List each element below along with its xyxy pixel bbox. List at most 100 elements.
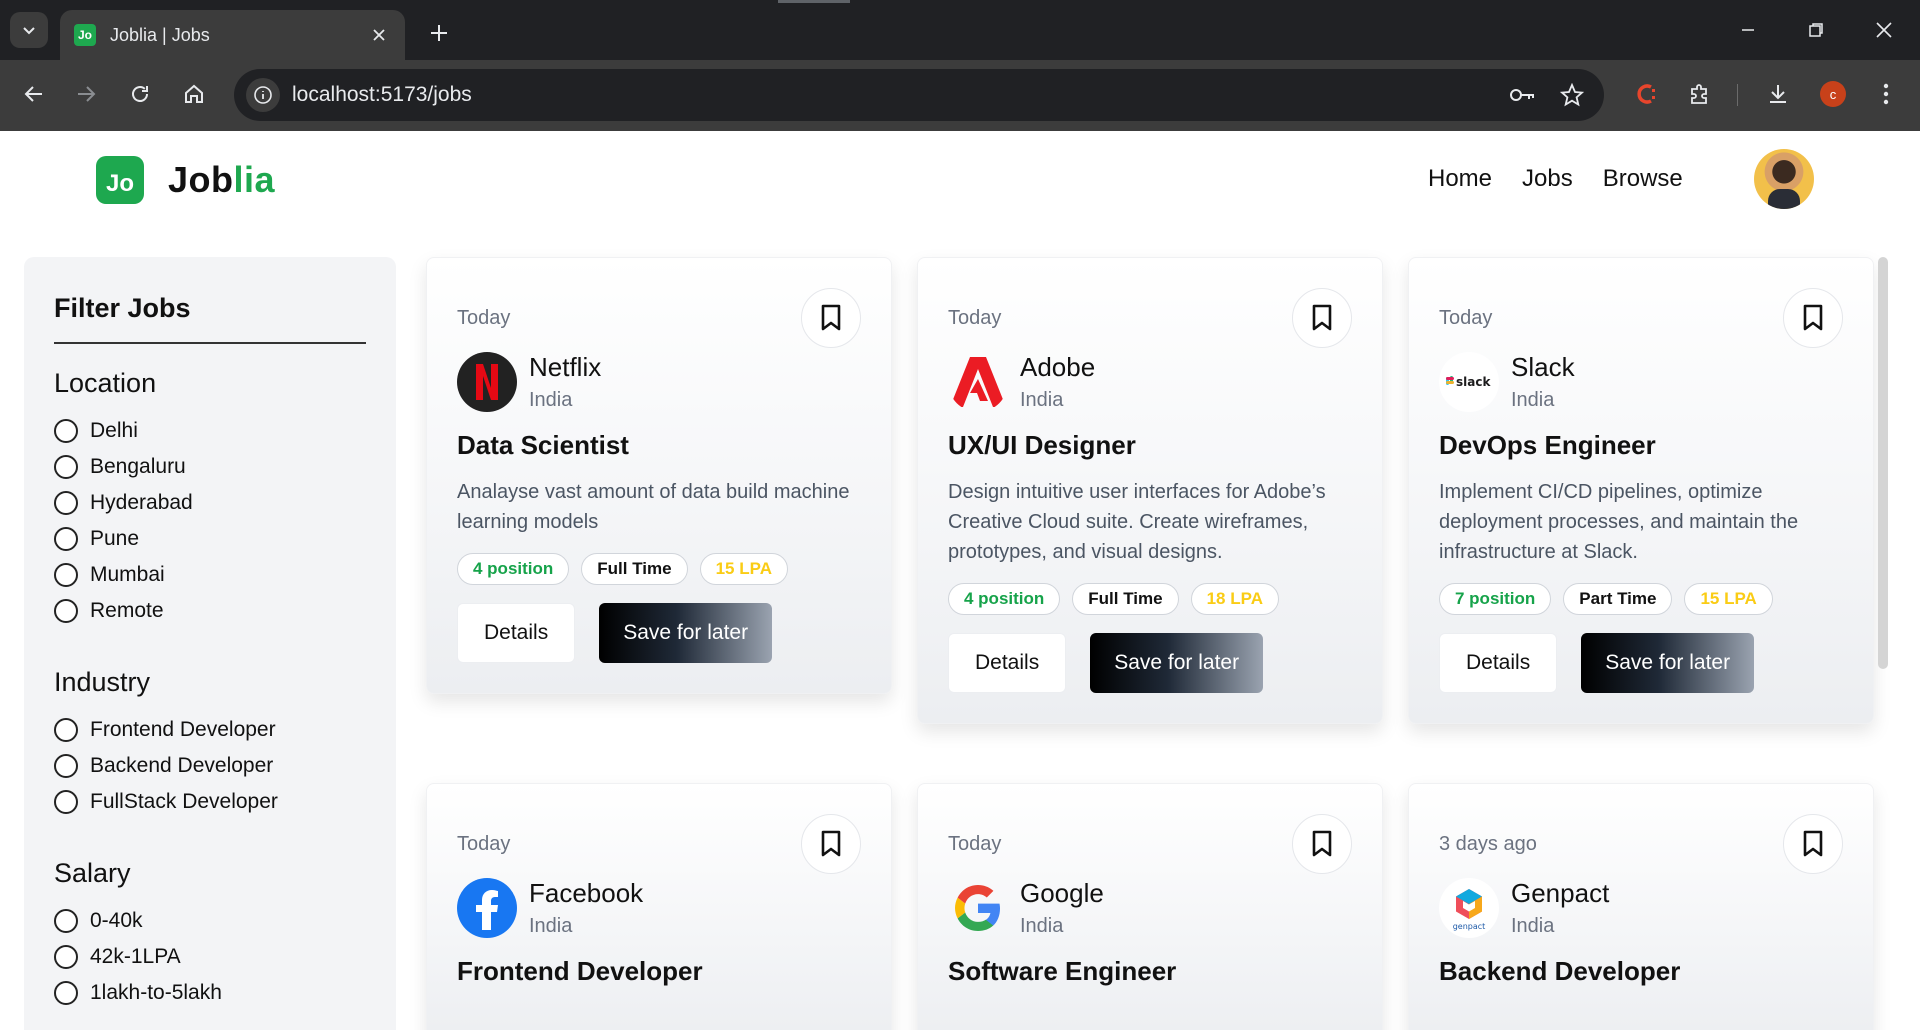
bookmark-button[interactable] — [1783, 288, 1843, 348]
forward-button[interactable] — [66, 74, 106, 114]
save-for-later-button[interactable]: Save for later — [599, 603, 773, 663]
arrow-right-icon — [78, 86, 96, 102]
nav-home[interactable]: Home — [1428, 165, 1492, 193]
radio-button[interactable] — [54, 909, 78, 933]
job-card[interactable]: Today slack Slack India DevOps Engineer … — [1408, 257, 1874, 724]
job-card[interactable]: Today Adobe India UX/UI Designer Design … — [917, 257, 1383, 724]
option-label: Pune — [90, 527, 140, 550]
radio-button[interactable] — [54, 527, 78, 551]
downloads-button[interactable] — [1760, 76, 1796, 112]
details-button[interactable]: Details — [948, 633, 1067, 693]
divider — [54, 342, 366, 344]
details-button[interactable]: Details — [457, 603, 576, 663]
tab-strip-indicator — [778, 0, 850, 3]
radio-button[interactable] — [54, 790, 78, 814]
profile-button[interactable]: c — [1815, 76, 1851, 112]
radio-button[interactable] — [54, 981, 78, 1005]
minimize-button[interactable] — [1728, 12, 1768, 48]
filter-option[interactable]: Remote — [54, 593, 366, 629]
kebab-menu-icon — [1883, 83, 1889, 105]
job-card[interactable]: Today Facebook India Frontend Developer — [426, 783, 892, 1030]
radio-button[interactable] — [54, 455, 78, 479]
radio-button[interactable] — [54, 491, 78, 515]
filter-option[interactable]: Bengaluru — [54, 449, 366, 485]
posted-date: Today — [1439, 306, 1493, 329]
nav-jobs[interactable]: Jobs — [1522, 165, 1573, 193]
bookmark-star-button[interactable] — [1554, 77, 1590, 113]
extensions-button[interactable] — [1682, 76, 1718, 112]
option-label: Delhi — [90, 419, 138, 442]
filter-option[interactable]: 42k-1LPA — [54, 939, 366, 975]
radio-button[interactable] — [54, 599, 78, 623]
toolbar-divider — [1737, 84, 1738, 106]
active-tab[interactable]: Jo Joblia | Jobs — [60, 10, 405, 60]
filter-option[interactable]: 0-40k — [54, 903, 366, 939]
close-tab-button[interactable] — [367, 23, 391, 47]
radio-button[interactable] — [54, 718, 78, 742]
url-text[interactable]: localhost:5173/jobs — [292, 83, 1504, 107]
option-label: Backend Developer — [90, 754, 274, 777]
radio-button[interactable] — [54, 754, 78, 778]
filter-option[interactable]: Delhi — [54, 413, 366, 449]
address-bar[interactable]: localhost:5173/jobs — [234, 69, 1604, 121]
reload-button[interactable] — [120, 74, 160, 114]
new-tab-button[interactable] — [422, 16, 456, 50]
option-label: Bengaluru — [90, 455, 186, 478]
user-avatar[interactable] — [1754, 149, 1814, 209]
option-label: 42k-1LPA — [90, 945, 181, 968]
password-key-button[interactable] — [1504, 77, 1540, 113]
job-card[interactable]: Today Netflix India Data Scientist Anala… — [426, 257, 892, 694]
posted-date: 3 days ago — [1439, 832, 1537, 855]
bookmark-icon — [1803, 304, 1823, 331]
extension-c-button[interactable] — [1628, 76, 1664, 112]
filter-option[interactable]: Backend Developer — [54, 748, 366, 784]
filter-option[interactable]: 1lakh-to-5lakh — [54, 975, 366, 1011]
back-button[interactable] — [14, 74, 54, 114]
job-card[interactable]: 3 days ago genpact Genpact India Backend… — [1408, 783, 1874, 1030]
posted-date: Today — [457, 306, 511, 329]
home-button[interactable] — [174, 74, 214, 114]
radio-button[interactable] — [54, 563, 78, 587]
company-name: Facebook — [529, 878, 644, 908]
brand-logo[interactable]: Jo Joblia — [96, 156, 275, 204]
job-description: Implement CI/CD pipelines, optimize depl… — [1439, 481, 1799, 563]
filter-option[interactable]: Pune — [54, 521, 366, 557]
home-icon — [185, 84, 203, 103]
company-name: Genpact — [1511, 878, 1610, 908]
radio-button[interactable] — [54, 945, 78, 969]
restore-button[interactable] — [1796, 12, 1836, 48]
positions-badge: 7 position — [1439, 583, 1552, 615]
company-country: India — [529, 915, 573, 937]
filter-option[interactable]: Frontend Developer — [54, 712, 366, 748]
nav-browse[interactable]: Browse — [1603, 165, 1683, 193]
details-button[interactable]: Details — [1439, 633, 1558, 693]
salary-badge: 18 LPA — [1190, 583, 1279, 615]
logo-text: Joblia — [168, 159, 275, 201]
job-title: Frontend Developer — [457, 956, 703, 986]
option-label: 0-40k — [90, 909, 143, 932]
bookmark-button[interactable] — [1292, 814, 1352, 874]
job-title: Backend Developer — [1439, 956, 1681, 986]
page-scrollbar[interactable] — [1878, 257, 1888, 669]
save-for-later-button[interactable]: Save for later — [1090, 633, 1264, 693]
tab-search-button[interactable] — [10, 12, 48, 48]
option-label: Remote — [90, 599, 164, 622]
bookmark-button[interactable] — [801, 288, 861, 348]
bookmark-button[interactable] — [1783, 814, 1843, 874]
save-for-later-button[interactable]: Save for later — [1581, 633, 1755, 693]
filter-sidebar: Filter Jobs Location Delhi Bengaluru Hyd… — [24, 257, 396, 1030]
filter-option[interactable]: Mumbai — [54, 557, 366, 593]
bookmark-button[interactable] — [1292, 288, 1352, 348]
job-card[interactable]: Today Google India Software Engineer — [917, 783, 1383, 1030]
browser-menu-button[interactable] — [1868, 76, 1904, 112]
site-info-button[interactable] — [246, 78, 280, 112]
filter-option[interactable]: FullStack Developer — [54, 784, 366, 820]
job-type-badge: Full Time — [1072, 583, 1179, 615]
genpact-logo-icon: genpact — [1439, 878, 1499, 938]
filter-title: Filter Jobs — [54, 293, 191, 323]
bookmark-button[interactable] — [801, 814, 861, 874]
positions-badge: 4 position — [457, 553, 570, 585]
radio-button[interactable] — [54, 419, 78, 443]
filter-option[interactable]: Hyderabad — [54, 485, 366, 521]
close-window-button[interactable] — [1864, 12, 1904, 48]
